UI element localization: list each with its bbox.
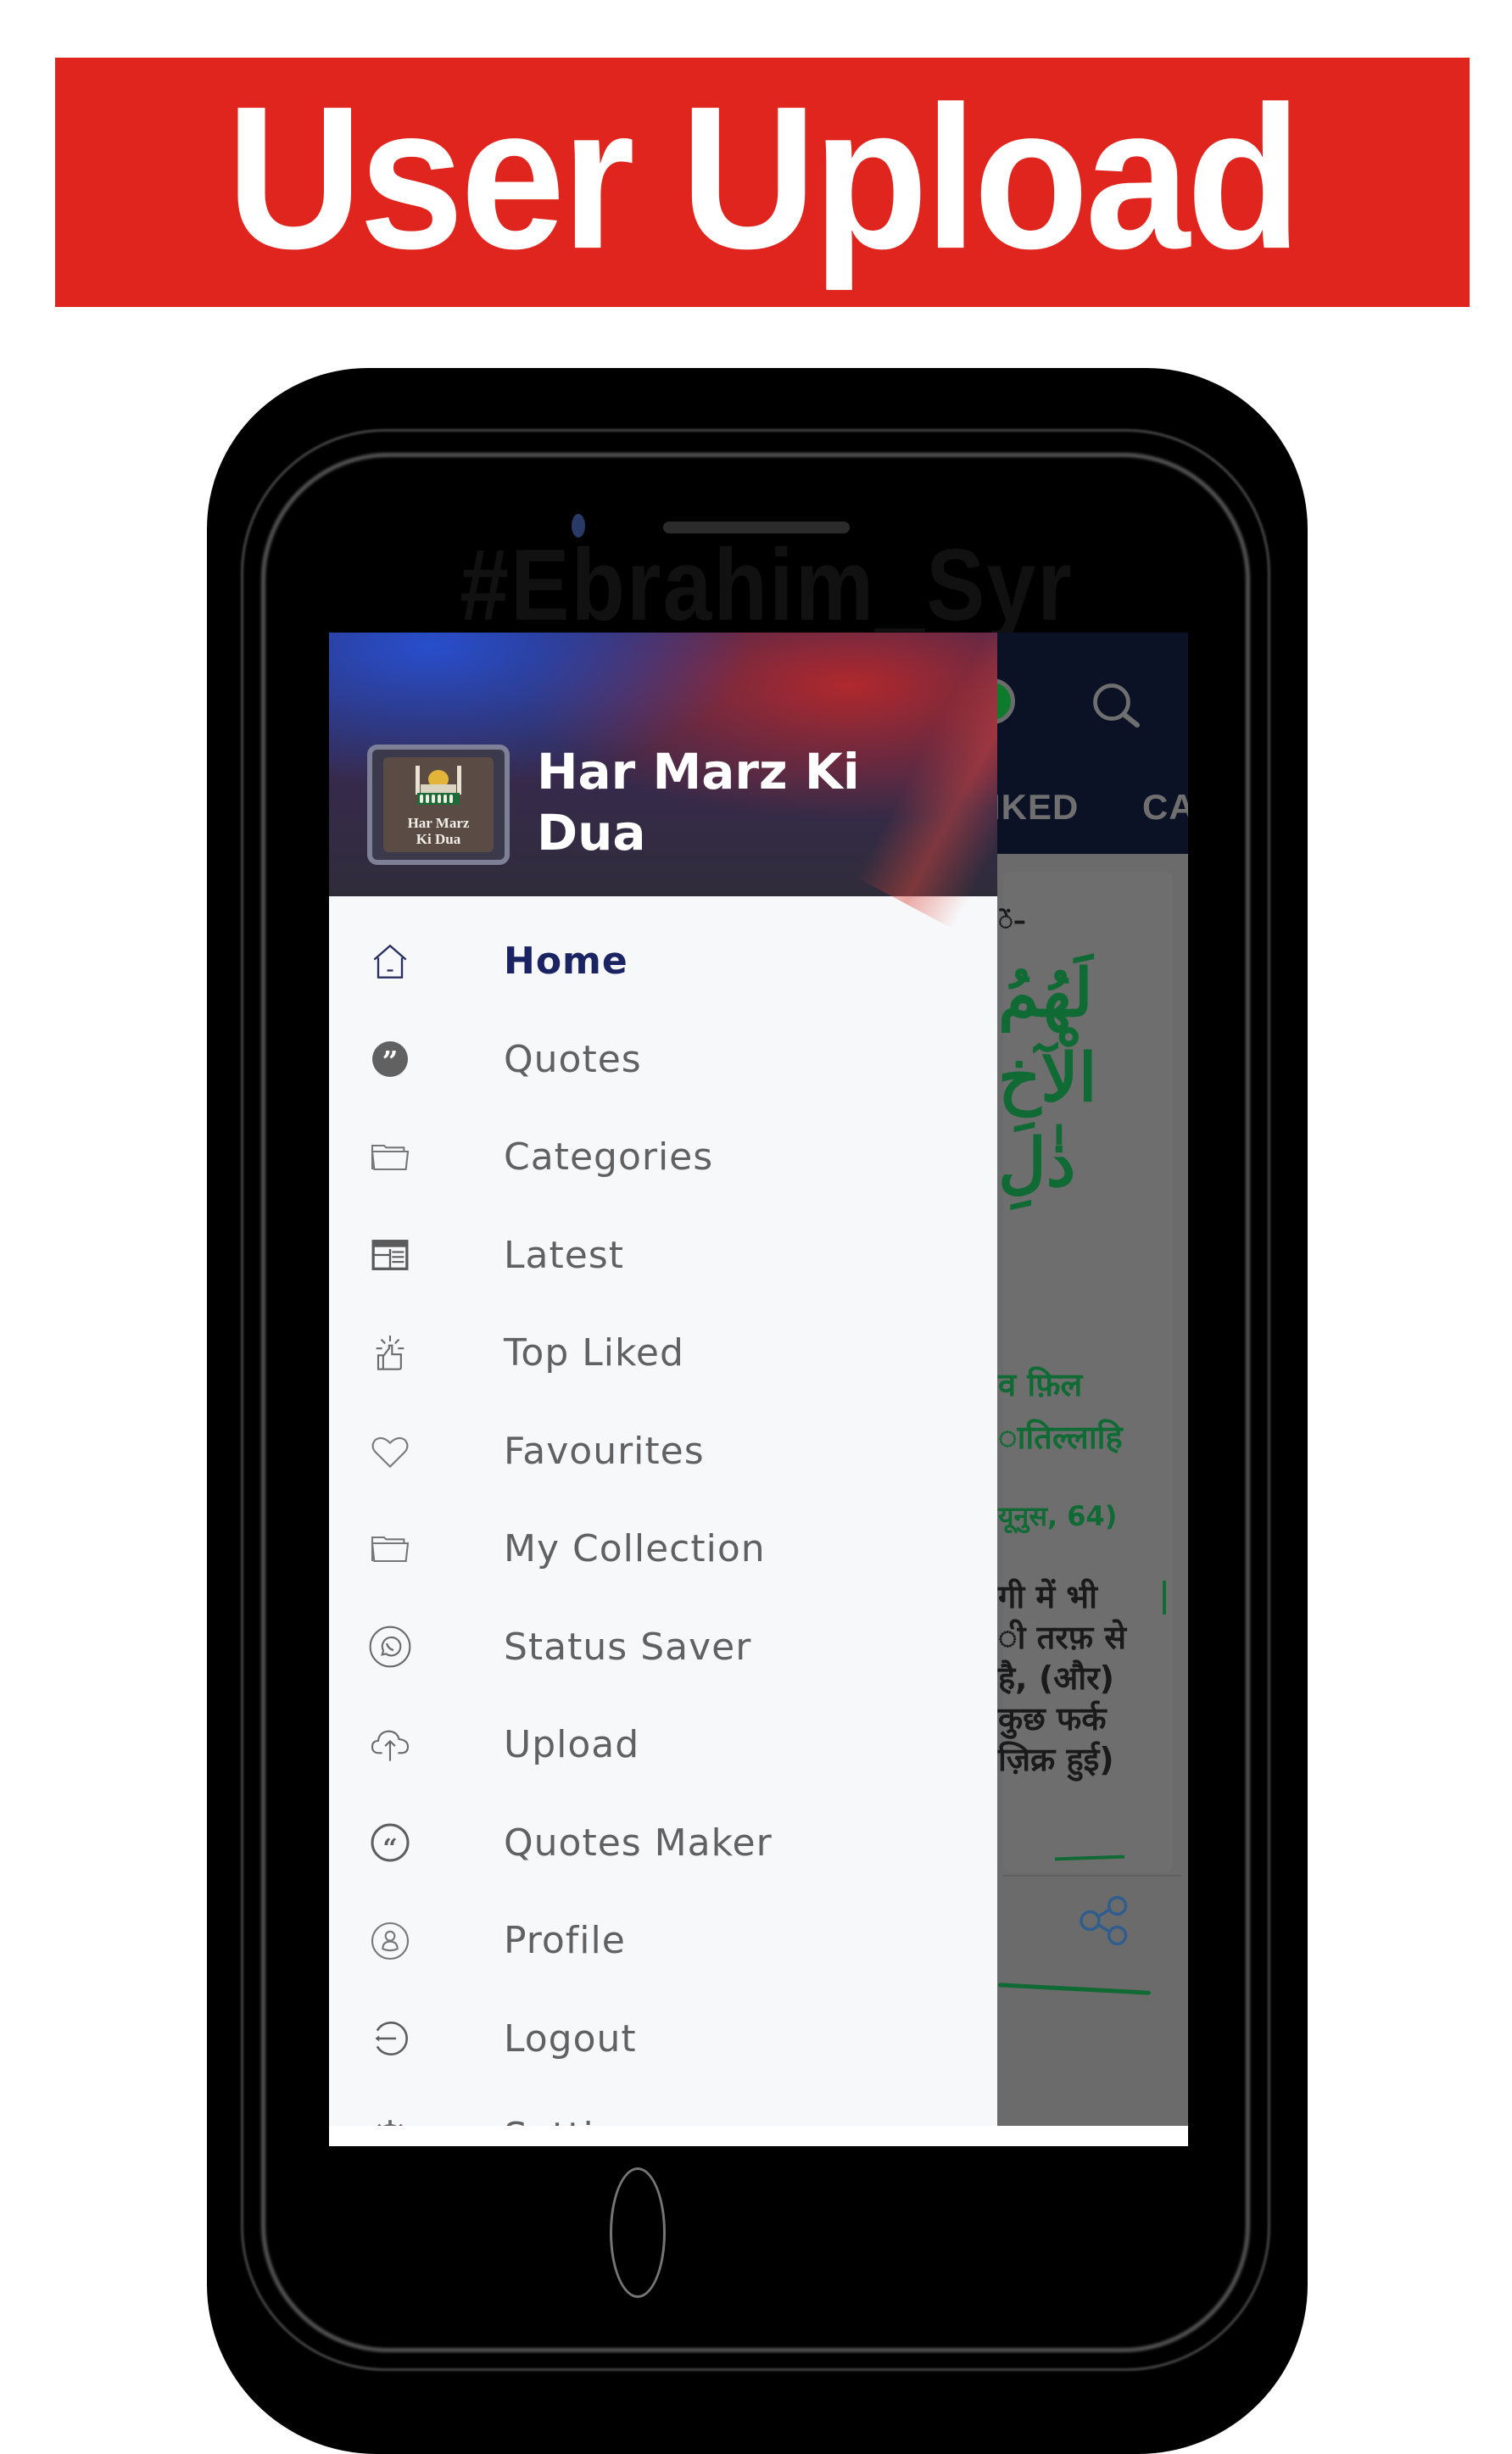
- menu-item-quotes-maker[interactable]: “ Quotes Maker: [329, 1794, 997, 1893]
- logo-text-line2: Ki Dua: [416, 831, 461, 847]
- menu-item-settings[interactable]: Settings: [329, 2088, 997, 2127]
- home-icon: [366, 938, 414, 985]
- whatsapp-icon: [366, 1623, 414, 1670]
- menu-item-favourites[interactable]: Favourites: [329, 1403, 997, 1501]
- phone-screen: IKED CA ें– لَهُمُ الْآخِ ذٰلِ व फ़िल ात…: [329, 633, 1188, 2146]
- svg-text:“: “: [382, 1834, 397, 1864]
- gear-icon: [366, 2113, 414, 2127]
- menu-item-logout[interactable]: Logout: [329, 1990, 997, 2089]
- menu-item-categories[interactable]: Categories: [329, 1108, 997, 1207]
- newspaper-icon: [366, 1231, 414, 1279]
- hindi-line: कुछ फर्क: [998, 1700, 1107, 1737]
- share-icon[interactable]: [1075, 1891, 1135, 1950]
- heart-icon: [366, 1427, 414, 1475]
- menu-item-label: Latest: [504, 1233, 624, 1277]
- menu-item-label: Upload: [504, 1723, 640, 1767]
- arabic-line: لَهُمُ: [998, 955, 1093, 1032]
- menu-item-label: Profile: [504, 1919, 626, 1963]
- menu-item-status-saver[interactable]: Status Saver: [329, 1598, 997, 1697]
- quote-bubble-icon: ”: [366, 1035, 414, 1083]
- cloud-upload-icon: [366, 1721, 414, 1769]
- screen-bottom-strip: [329, 2126, 1188, 2146]
- menu-item-label: Top Liked: [504, 1331, 684, 1375]
- background-tabs: IKED CA: [990, 787, 1188, 828]
- app-title: Har Marz Ki Dua: [537, 743, 860, 862]
- menu-item-label: Quotes Maker: [504, 1821, 773, 1865]
- navigation-drawer: Har Marz Ki Dua Har Marz Ki Dua Home ” Q…: [329, 633, 997, 2127]
- menu-item-label: Settings: [504, 2115, 663, 2127]
- mosque-icon: [416, 766, 461, 805]
- menu-item-label: Categories: [504, 1135, 714, 1180]
- menu-item-label: Favourites: [504, 1429, 705, 1473]
- menu-item-latest[interactable]: Latest: [329, 1207, 997, 1305]
- menu-item-label: Status Saver: [504, 1625, 752, 1669]
- menu-item-label: Home: [504, 940, 628, 984]
- app-logo-image: Har Marz Ki Dua: [383, 757, 494, 852]
- banner-title: User Upload: [226, 64, 1302, 292]
- quote-circle-icon: “: [366, 1819, 414, 1866]
- menu-item-profile[interactable]: Profile: [329, 1892, 997, 1990]
- arabic-line: ذٰلِ: [998, 1124, 1076, 1202]
- menu-item-label: My Collection: [504, 1527, 766, 1571]
- menu-item-label: Quotes: [504, 1037, 642, 1081]
- green-marker: [1163, 1581, 1166, 1615]
- hindi-line: ज़िक्र हुई): [998, 1741, 1114, 1778]
- card-divider: [1003, 1875, 1181, 1877]
- drawer-header: Har Marz Ki Dua Har Marz Ki Dua: [329, 633, 997, 896]
- hindi-line: गी में भी: [998, 1578, 1097, 1615]
- hindi-line: है, (और): [998, 1659, 1114, 1697]
- tab-categories[interactable]: CA: [1142, 787, 1188, 827]
- logout-icon: [366, 2015, 414, 2062]
- title-banner: User Upload: [55, 58, 1470, 307]
- menu-item-quotes[interactable]: ” Quotes: [329, 1011, 997, 1109]
- folder-icon: [366, 1525, 414, 1573]
- hindi-line: ी तरफ़ से: [998, 1619, 1127, 1656]
- hindi-line: ातिल्लाहि: [998, 1419, 1123, 1456]
- logo-text-line1: Har Marz: [407, 815, 470, 831]
- green-stroke: [997, 1983, 1152, 1995]
- menu-item-label: Logout: [504, 2016, 637, 2061]
- menu-item-upload[interactable]: Upload: [329, 1696, 997, 1794]
- menu-item-top-liked[interactable]: Top Liked: [329, 1304, 997, 1403]
- svg-text:”: ”: [382, 1045, 399, 1078]
- watermark-text: #Ebrahim_Syr: [460, 529, 1074, 643]
- folder-icon: [366, 1134, 414, 1181]
- profile-icon: [366, 1917, 414, 1965]
- background-hindi-fragment: ें–: [998, 906, 1026, 936]
- verse-reference: यूनुस, 64): [998, 1500, 1118, 1532]
- drawer-menu: Home ” Quotes Categories Latest Top Like…: [329, 912, 997, 2127]
- hindi-line: व फ़िल: [998, 1366, 1083, 1403]
- app-logo: Har Marz Ki Dua: [367, 745, 510, 865]
- home-button[interactable]: [610, 2167, 666, 2298]
- search-icon[interactable]: [1086, 677, 1147, 738]
- arabic-line: الْآخِ: [998, 1040, 1097, 1117]
- menu-item-home[interactable]: Home: [329, 912, 997, 1011]
- thumbs-up-icon: [366, 1330, 414, 1377]
- tab-top-liked[interactable]: IKED: [990, 787, 1079, 827]
- menu-item-my-collection[interactable]: My Collection: [329, 1500, 997, 1598]
